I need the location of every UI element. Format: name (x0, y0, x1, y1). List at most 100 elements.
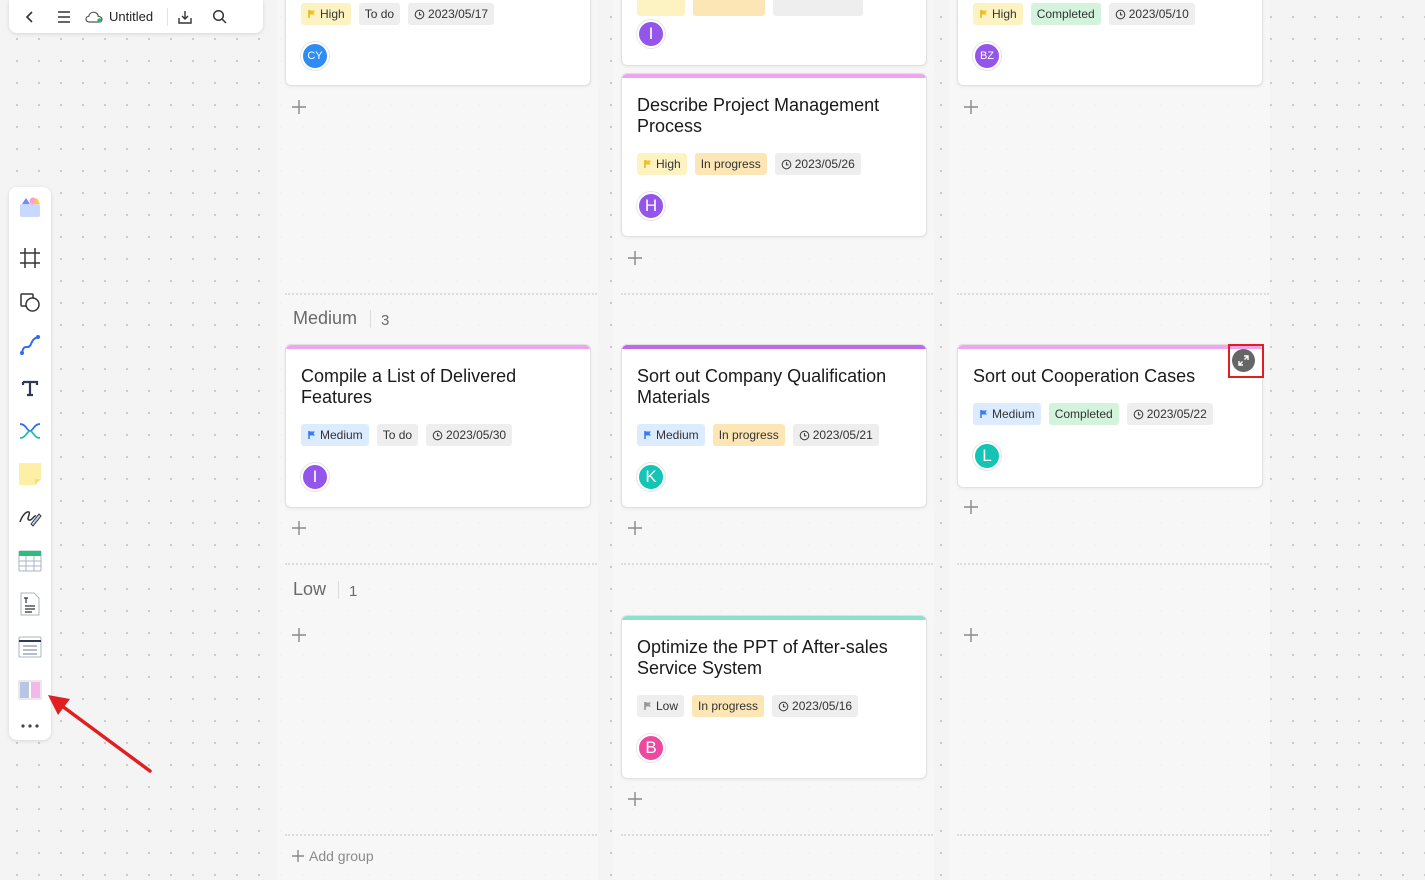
task-card[interactable]: Optimize the PPT of After-sales Service … (621, 615, 927, 779)
flag-icon (644, 702, 651, 710)
download-icon (178, 10, 192, 24)
group-divider (285, 834, 597, 836)
group-divider (621, 563, 933, 565)
add-card-button[interactable] (626, 790, 644, 808)
status-tag: To do (376, 424, 419, 446)
priority-label: Medium (992, 407, 1035, 421)
avatar[interactable]: K (637, 463, 665, 491)
group-header-divider (370, 310, 371, 328)
avatar[interactable]: BZ (973, 42, 1001, 70)
priority-label: High (656, 157, 681, 171)
templates-icon (20, 197, 40, 217)
flag-icon (644, 160, 651, 168)
sticky-note-icon (19, 463, 41, 485)
group-header-divider (338, 581, 339, 599)
avatar[interactable]: B (637, 734, 665, 762)
card-title: Describe Project Management Process (637, 95, 880, 136)
priority-tag: High (973, 3, 1023, 25)
date-label: 2023/05/26 (794, 157, 855, 171)
chevron-left-icon (25, 10, 33, 23)
avatar[interactable]: L (973, 442, 1001, 470)
menu-button[interactable] (51, 4, 77, 30)
add-group-button[interactable]: Add group (291, 848, 374, 864)
left-toolbar (9, 187, 51, 740)
add-card-button[interactable] (962, 626, 980, 644)
task-card[interactable]: Compile a List of Delivered Features Med… (285, 344, 591, 508)
top-toolbar: Untitled (9, 0, 263, 33)
avatar[interactable]: H (637, 192, 665, 220)
date-tag (773, 0, 863, 16)
card-title: Sort out Company Qualification Materials (637, 366, 887, 407)
pen-tool[interactable] (9, 499, 51, 535)
clock-icon (414, 9, 425, 19)
task-card[interactable]: Sort out Cooperation Cases Medium Comple… (957, 344, 1263, 488)
more-icon (21, 724, 39, 728)
connector-tool[interactable] (9, 327, 51, 363)
status-tag: To do (358, 3, 401, 25)
date-label: 2023/05/10 (1128, 7, 1189, 21)
document-title[interactable]: Untitled (85, 9, 153, 24)
list-icon (18, 636, 42, 658)
search-button[interactable] (206, 4, 232, 30)
add-card-button[interactable] (290, 519, 308, 537)
back-button[interactable] (17, 4, 43, 30)
kanban-icon (18, 680, 42, 700)
clock-icon (781, 159, 792, 169)
add-card-button[interactable] (962, 498, 980, 516)
priority-label: Low (656, 699, 679, 713)
group-divider (957, 563, 1269, 565)
list-tool[interactable] (9, 629, 51, 665)
text-tool[interactable] (9, 370, 51, 406)
status-tag: In progress (694, 153, 767, 175)
shape-tool[interactable] (9, 284, 51, 320)
task-card[interactable]: I (621, 0, 927, 66)
highlight-annotation (1228, 344, 1264, 378)
toolbar-divider (167, 7, 169, 26)
status-tag: Completed (1048, 403, 1119, 425)
avatar[interactable]: I (637, 20, 665, 48)
avatar[interactable]: CY (301, 42, 329, 70)
cloud-synced-icon (85, 11, 103, 23)
add-card-button[interactable] (290, 626, 308, 644)
date-label: 2023/05/30 (446, 428, 507, 442)
clock-icon (778, 701, 789, 711)
task-card[interactable]: High Completed 2023/05/10 BZ (957, 0, 1263, 86)
clock-icon (432, 430, 443, 440)
add-card-button[interactable] (626, 519, 644, 537)
date-tag: 2023/05/10 (1108, 3, 1195, 25)
task-card[interactable]: High To do 2023/05/17 CY (285, 0, 591, 86)
card-color-bar (622, 345, 926, 349)
add-group-label: Add group (309, 848, 374, 864)
date-tag: 2023/05/26 (774, 153, 861, 175)
sticky-note-tool[interactable] (9, 456, 51, 492)
table-tool[interactable] (9, 543, 51, 579)
priority-tag: High (301, 3, 351, 25)
group-label-low: Low (293, 579, 327, 599)
group-count: 3 (381, 312, 390, 329)
date-tag: 2023/05/17 (408, 3, 495, 25)
priority-tag: Medium (637, 424, 705, 446)
pen-icon (19, 511, 42, 527)
add-card-button[interactable] (962, 98, 980, 116)
flag-icon (308, 431, 315, 439)
document-tool[interactable] (9, 586, 51, 622)
plus-icon (292, 850, 304, 862)
card-title: Sort out Cooperation Cases (973, 366, 1196, 386)
document-icon (20, 592, 40, 616)
task-card[interactable]: Describe Project Management Process High… (621, 73, 927, 237)
task-card[interactable]: Sort out Company Qualification Materials… (621, 344, 927, 508)
download-button[interactable] (172, 4, 198, 30)
group-count: 1 (349, 583, 358, 600)
date-label: 2023/05/22 (1146, 407, 1207, 421)
priority-tag: High (637, 153, 687, 175)
avatar[interactable]: I (301, 463, 329, 491)
add-card-button[interactable] (626, 249, 644, 267)
add-card-button[interactable] (290, 98, 308, 116)
templates-button[interactable] (9, 189, 51, 225)
clock-icon (799, 430, 810, 440)
priority-tag: Medium (973, 403, 1041, 425)
frame-tool[interactable] (9, 240, 51, 276)
flag-icon (644, 431, 651, 439)
mindmap-tool[interactable] (9, 413, 51, 449)
group-divider (957, 834, 1269, 836)
